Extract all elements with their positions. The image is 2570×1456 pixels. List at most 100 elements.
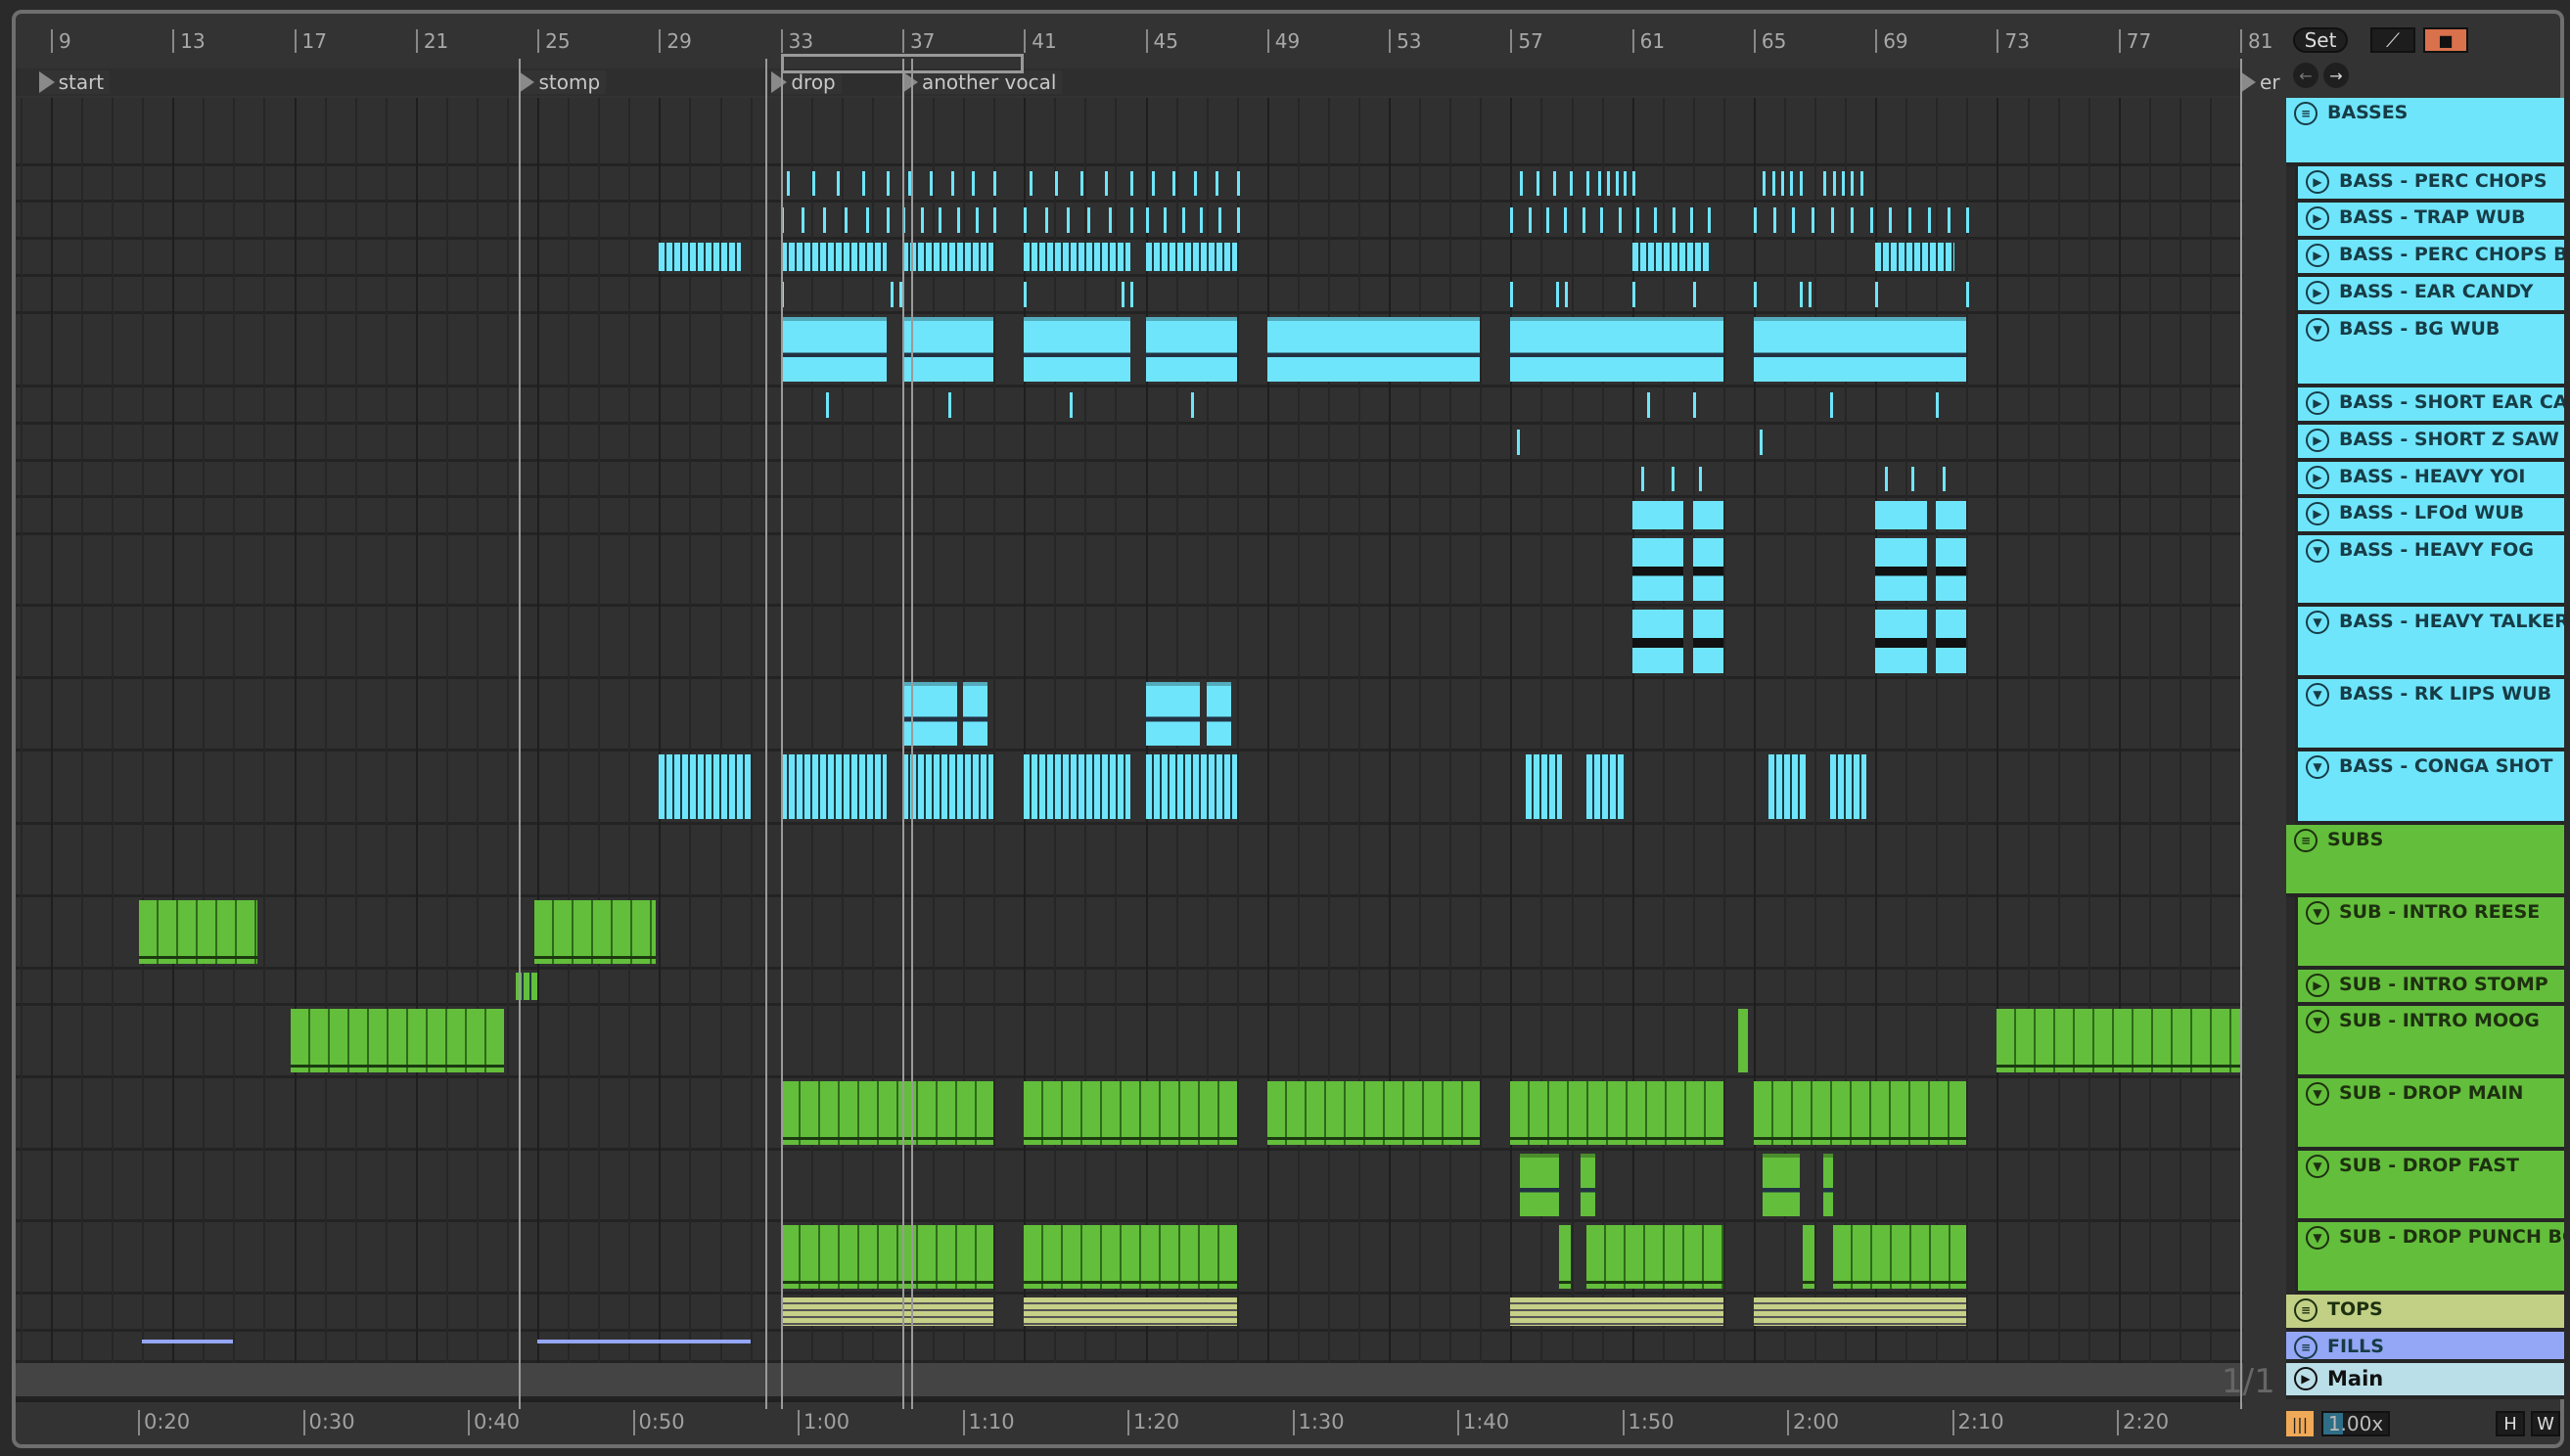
clip[interactable]: [1164, 207, 1168, 233]
locator-another-vocal[interactable]: another vocal: [901, 70, 1063, 94]
clip[interactable]: [1129, 282, 1133, 307]
clip[interactable]: [1763, 171, 1767, 196]
clip[interactable]: [1850, 207, 1854, 233]
clip[interactable]: [1145, 207, 1149, 233]
clip[interactable]: [534, 900, 657, 964]
track-lane[interactable]: [16, 1151, 2243, 1222]
track-header[interactable]: ▼ BASS - BG WUB: [2295, 314, 2564, 387]
track-header[interactable]: ▶ BASS - TRAP WUB: [2295, 203, 2564, 240]
track-header[interactable]: ▼ SUB - INTRO REESE: [2295, 897, 2564, 970]
clip[interactable]: [1109, 207, 1113, 233]
clip[interactable]: [1753, 282, 1757, 307]
clip[interactable]: [659, 754, 751, 819]
group-fold-icon[interactable]: ≡: [2294, 829, 2318, 852]
clip[interactable]: [956, 207, 960, 233]
clip[interactable]: [1618, 207, 1622, 233]
track-expanded-icon[interactable]: ▼: [2306, 1082, 2329, 1106]
clip[interactable]: [1708, 207, 1712, 233]
track-lane[interactable]: [16, 970, 2243, 1006]
track-header[interactable]: ▼ BASS - HEAVY FOG: [2295, 535, 2564, 607]
track-header[interactable]: ▶ BASS - SHORT Z SAW TA: [2295, 425, 2564, 462]
track-header[interactable]: ▶ BASS - PERC CHOPS BG: [2295, 240, 2564, 277]
clip[interactable]: [1698, 467, 1702, 491]
track-collapsed-icon[interactable]: ▶: [2306, 429, 2329, 452]
track-collapsed-icon[interactable]: ▶: [2306, 502, 2329, 525]
clip[interactable]: [1151, 171, 1155, 196]
track-header[interactable]: ▼ SUB - INTRO MOOG: [2295, 1006, 2564, 1078]
clip[interactable]: [1024, 282, 1028, 307]
track-header[interactable]: ▼ SUB - DROP MAIN: [2295, 1078, 2564, 1151]
clip[interactable]: [1631, 538, 1684, 601]
clip[interactable]: [1024, 207, 1028, 233]
clip[interactable]: [1812, 207, 1815, 233]
clip[interactable]: [1829, 754, 1866, 819]
clip[interactable]: [1266, 1081, 1481, 1145]
clip[interactable]: [1692, 392, 1696, 418]
clip[interactable]: [1129, 171, 1133, 196]
track-expanded-icon[interactable]: ▼: [2306, 1226, 2329, 1250]
track-header[interactable]: ▼ BASS - HEAVY TALKER: [2295, 607, 2564, 679]
clip[interactable]: [1635, 207, 1639, 233]
clip[interactable]: [780, 1081, 994, 1145]
clip[interactable]: [1831, 207, 1834, 233]
clip[interactable]: [1191, 392, 1195, 418]
clip[interactable]: [1200, 207, 1204, 233]
clip[interactable]: [1875, 282, 1879, 307]
track-lane[interactable]: [16, 679, 2243, 751]
clip[interactable]: [1753, 1297, 1967, 1326]
clip[interactable]: [1206, 682, 1231, 746]
track-expanded-icon[interactable]: ▼: [2306, 611, 2329, 634]
track-collapsed-icon[interactable]: ▶: [2306, 391, 2329, 415]
clip[interactable]: [1947, 207, 1950, 233]
h-button[interactable]: H: [2496, 1411, 2525, 1436]
clip[interactable]: [1024, 1081, 1237, 1145]
clip[interactable]: [1145, 754, 1237, 819]
clip[interactable]: [890, 282, 894, 307]
clip[interactable]: [1069, 392, 1073, 418]
clip[interactable]: [1808, 282, 1812, 307]
clip[interactable]: [1672, 207, 1675, 233]
track-collapsed-icon[interactable]: ▶: [2306, 206, 2329, 230]
clip[interactable]: [1799, 282, 1803, 307]
clip[interactable]: [780, 317, 888, 382]
track-lane[interactable]: [16, 425, 2243, 462]
locator-stomp[interactable]: stomp: [519, 70, 607, 94]
clip[interactable]: [861, 171, 865, 196]
clip[interactable]: [1763, 1154, 1800, 1216]
clip[interactable]: [1631, 171, 1635, 196]
track-expanded-icon[interactable]: ▼: [2306, 539, 2329, 563]
clip[interactable]: [1753, 1081, 1967, 1145]
clip[interactable]: [844, 207, 848, 233]
track-header[interactable]: ▶ BASS - SHORT EAR CAN: [2295, 387, 2564, 425]
draw-mode-button[interactable]: ⟋: [2370, 27, 2415, 53]
clip[interactable]: [993, 171, 997, 196]
back-arrow-button[interactable]: ←: [2293, 63, 2318, 88]
clip[interactable]: [1044, 207, 1048, 233]
track-collapsed-icon[interactable]: ▶: [2306, 281, 2329, 304]
clip[interactable]: [1552, 171, 1556, 196]
track-header[interactable]: ▼ BASS - CONGA SHOT: [2295, 751, 2564, 825]
clip[interactable]: [1055, 171, 1059, 196]
clip[interactable]: [1024, 317, 1130, 382]
clip[interactable]: [1600, 207, 1604, 233]
clip[interactable]: [1266, 317, 1481, 382]
clip[interactable]: [1105, 171, 1109, 196]
locator-end[interactable]: er: [2240, 70, 2286, 94]
clip[interactable]: [1753, 317, 1967, 382]
clip[interactable]: [1823, 171, 1827, 196]
track-lane[interactable]: [16, 98, 2243, 166]
clip[interactable]: [780, 1297, 994, 1326]
track-lane[interactable]: [16, 825, 2243, 897]
clip[interactable]: [1829, 392, 1833, 418]
track-expanded-icon[interactable]: ▼: [2306, 683, 2329, 706]
clip[interactable]: [1927, 207, 1931, 233]
clip[interactable]: [1884, 467, 1888, 491]
clip[interactable]: [786, 171, 790, 196]
clip[interactable]: [1569, 171, 1573, 196]
clip[interactable]: [1024, 1225, 1237, 1289]
clip[interactable]: [939, 207, 942, 233]
clip[interactable]: [1936, 392, 1940, 418]
clip[interactable]: [1121, 282, 1124, 307]
clip[interactable]: [1510, 317, 1723, 382]
w-button[interactable]: W: [2531, 1411, 2560, 1436]
